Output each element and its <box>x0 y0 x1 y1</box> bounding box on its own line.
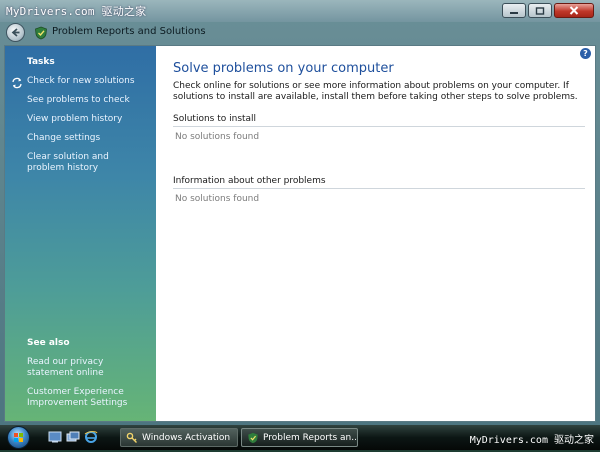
minimize-button[interactable] <box>502 3 526 18</box>
tasks-heading: Tasks <box>27 57 55 67</box>
refresh-arrows-icon <box>12 77 22 89</box>
windows-logo-icon <box>14 433 23 442</box>
close-icon <box>569 6 579 15</box>
start-button[interactable] <box>7 426 30 449</box>
problem-reports-shield-icon <box>35 26 47 40</box>
maximize-icon <box>535 6 545 15</box>
minimize-icon <box>510 11 518 14</box>
app-window: MyDrivers.com 驱动之家 Problem Reports and S… <box>0 0 600 425</box>
breadcrumb[interactable]: Problem Reports and Solutions <box>52 26 206 37</box>
task-pane: Tasks Check for new solutions See proble… <box>5 46 156 421</box>
section-solutions-to-install: Solutions to install <box>173 114 585 127</box>
section-other-problems: Information about other problems <box>173 176 585 189</box>
task-change-settings[interactable]: Change settings <box>27 133 152 144</box>
taskbar-button-label: Windows Activation <box>142 432 231 443</box>
task-see-problems-to-check[interactable]: See problems to check <box>27 95 152 106</box>
back-button[interactable] <box>6 23 25 42</box>
task-check-new-solutions[interactable]: Check for new solutions <box>27 76 152 87</box>
taskbar: Windows Activation Problem Reports an...… <box>0 425 600 450</box>
back-arrow-icon <box>11 28 20 37</box>
taskbar-button-label: Problem Reports an... <box>263 432 358 443</box>
task-clear-history[interactable]: Clear solution and problem history <box>27 152 142 174</box>
content-area: Tasks Check for new solutions See proble… <box>4 45 596 422</box>
switch-windows-icon[interactable] <box>66 431 80 443</box>
other-problems-empty-text: No solutions found <box>175 194 260 204</box>
close-button[interactable] <box>554 3 594 18</box>
key-icon <box>126 432 137 443</box>
page-description: Check online for solutions or see more i… <box>173 81 578 102</box>
main-panel: ? Solve problems on your computer Check … <box>156 46 595 421</box>
taskbar-button-windows-activation[interactable]: Windows Activation <box>120 428 238 447</box>
help-icon[interactable]: ? <box>580 48 591 59</box>
page-title: Solve problems on your computer <box>173 61 394 76</box>
internet-explorer-icon[interactable] <box>84 431 98 443</box>
maximize-button[interactable] <box>528 3 552 18</box>
see-also-heading: See also <box>27 338 70 348</box>
link-privacy-statement[interactable]: Read our privacy statement online <box>27 357 142 379</box>
watermark-text: MyDrivers.com 驱动之家 <box>6 5 147 18</box>
link-ceip-settings[interactable]: Customer Experience Improvement Settings <box>27 387 132 409</box>
show-desktop-icon[interactable] <box>48 431 62 443</box>
taskbar-button-problem-reports[interactable]: Problem Reports an... <box>241 428 358 447</box>
solutions-empty-text: No solutions found <box>175 132 260 142</box>
title-bar[interactable]: MyDrivers.com 驱动之家 <box>0 0 600 22</box>
window-controls <box>502 3 594 18</box>
problem-reports-shield-icon <box>248 432 258 443</box>
tray-watermark: MyDrivers.com 驱动之家 <box>469 435 594 446</box>
address-bar: Problem Reports and Solutions <box>0 22 600 44</box>
task-view-problem-history[interactable]: View problem history <box>27 114 152 125</box>
